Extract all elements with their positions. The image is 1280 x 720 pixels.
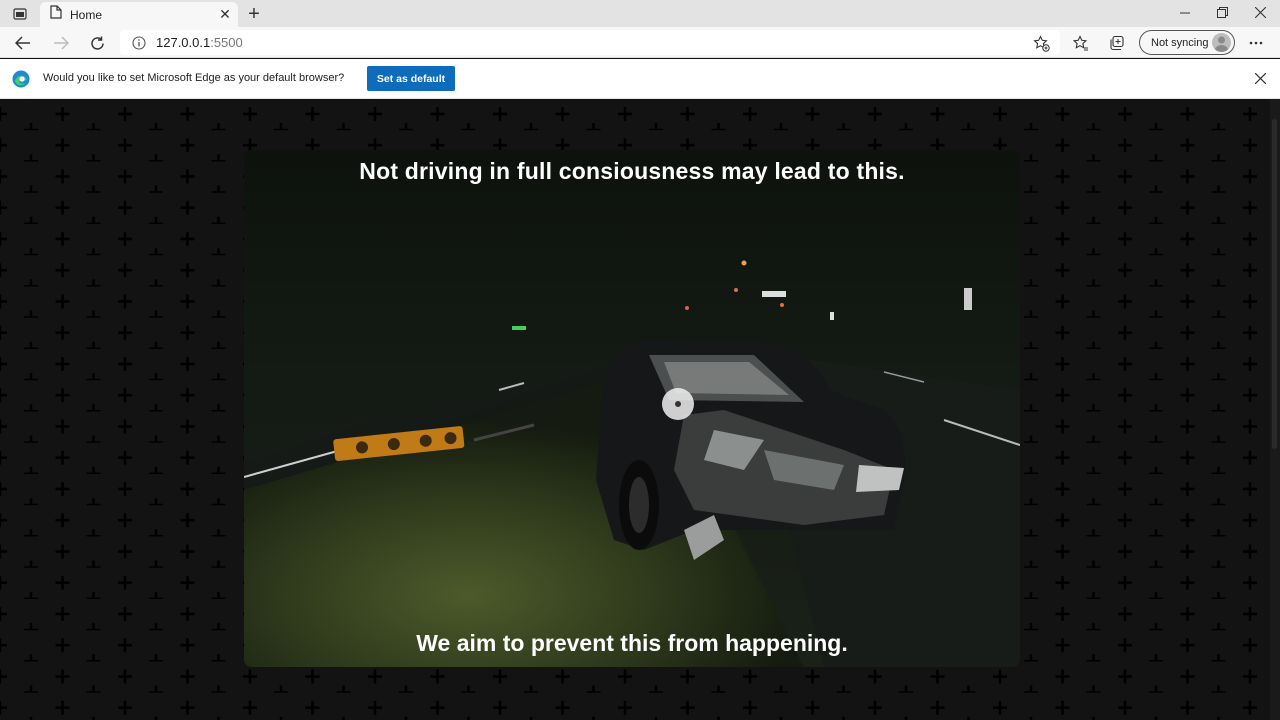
accident-image-card: Not driving in full consiousness may lea… bbox=[244, 150, 1020, 667]
page-icon bbox=[50, 5, 62, 24]
page-caption: We aim to prevent this from happening. bbox=[416, 630, 848, 656]
restore-icon[interactable] bbox=[1203, 0, 1241, 25]
cursor-dot bbox=[675, 401, 681, 407]
collections-icon[interactable] bbox=[1104, 30, 1130, 56]
infobar-message: Would you like to set Microsoft Edge as … bbox=[43, 72, 345, 84]
browser-toolbar: 127.0.0.1:5500 Not syncing bbox=[0, 27, 1280, 58]
add-favorite-icon[interactable] bbox=[1030, 32, 1052, 54]
set-as-default-button[interactable]: Set as default bbox=[367, 66, 455, 91]
tab-actions-icon[interactable] bbox=[8, 4, 32, 24]
close-tab-icon[interactable]: ✕ bbox=[214, 4, 236, 26]
tab-home[interactable]: Home ✕ bbox=[40, 2, 238, 27]
close-infobar-icon[interactable] bbox=[1252, 70, 1268, 86]
default-browser-infobar: Would you like to set Microsoft Edge as … bbox=[0, 59, 1280, 99]
page-scrollbar[interactable] bbox=[1270, 99, 1280, 720]
new-tab-button[interactable]: + bbox=[243, 3, 265, 25]
back-icon[interactable] bbox=[10, 30, 36, 56]
avatar-icon bbox=[1212, 33, 1231, 52]
tab-strip: Home ✕ + bbox=[0, 0, 1280, 27]
close-window-icon[interactable] bbox=[1241, 0, 1279, 25]
edge-logo-icon bbox=[12, 70, 30, 88]
url-host: 127.0.0.1 bbox=[156, 35, 211, 50]
forward-icon[interactable] bbox=[48, 30, 74, 56]
cursor-indicator bbox=[662, 388, 694, 420]
refresh-icon[interactable] bbox=[84, 30, 110, 56]
tab-title: Home bbox=[70, 7, 103, 22]
minimize-icon[interactable] bbox=[1166, 0, 1204, 25]
scrollbar-thumb[interactable] bbox=[1272, 119, 1277, 449]
page-heading: Not driving in full consiousness may lea… bbox=[359, 158, 905, 184]
more-options-icon[interactable] bbox=[1243, 30, 1269, 56]
url-port: :5500 bbox=[210, 35, 243, 50]
page-content: Not driving in full consiousness may lea… bbox=[0, 99, 1270, 720]
site-info-icon[interactable] bbox=[124, 35, 154, 50]
profile-label: Not syncing bbox=[1151, 36, 1209, 49]
url-text[interactable]: 127.0.0.1:5500 bbox=[156, 35, 243, 50]
profile-button[interactable]: Not syncing bbox=[1139, 30, 1235, 55]
car-crash-photo bbox=[244, 150, 1020, 667]
favorites-icon[interactable] bbox=[1068, 30, 1094, 56]
address-bar[interactable]: 127.0.0.1:5500 bbox=[120, 30, 1060, 55]
